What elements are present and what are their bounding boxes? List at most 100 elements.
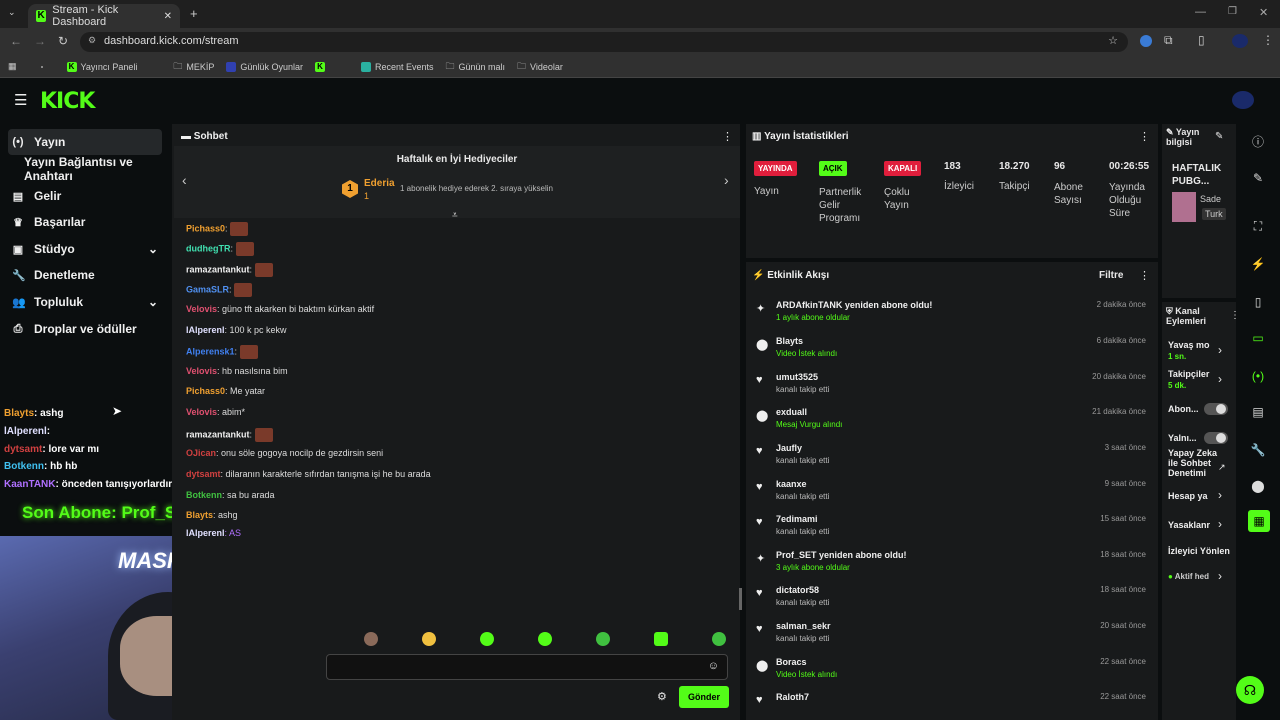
action-ai-moderation[interactable]: Yapay Zeka ile Sohbet Denetimi xyxy=(1168,448,1218,478)
external-link-icon[interactable]: ↗ xyxy=(1218,462,1226,473)
emote-button[interactable] xyxy=(596,632,610,646)
chevron-right-icon[interactable]: › xyxy=(724,172,729,188)
emote-button[interactable] xyxy=(712,632,726,646)
emote-button[interactable] xyxy=(654,632,668,646)
back-icon[interactable]: ← xyxy=(10,34,22,48)
activity-item[interactable]: ♥ umut3525 kanalı takip etti 20 dakika önce xyxy=(756,372,1150,406)
points-icon[interactable]: ⬤ xyxy=(1240,472,1276,500)
nav-item-droplar[interactable]: ⎙ Droplar ve ödüller xyxy=(8,316,162,342)
emoji-picker-icon[interactable]: ☺ xyxy=(708,660,719,672)
action-banned-words[interactable]: Yasaklanr xyxy=(1168,520,1210,530)
nav-item-topluluk[interactable]: 👥 Topluluk ⌄ xyxy=(8,289,162,315)
stats-icon[interactable]: ▤ xyxy=(1240,398,1276,426)
chat-bubble-icon[interactable]: ▭ xyxy=(1240,324,1276,352)
kick-logo[interactable]: KICK xyxy=(40,89,95,114)
bookmark-mekip[interactable]: 🗀 MEKİP xyxy=(173,59,214,75)
browser-tab[interactable]: K Stream - Kick Dashboard ✕ xyxy=(28,4,180,28)
broadcast-icon[interactable]: (•) xyxy=(1240,362,1276,390)
bookmark-recent-events[interactable]: Recent Events xyxy=(360,61,433,72)
chevron-right-icon[interactable]: › xyxy=(1218,517,1222,531)
nav-item-denetleme[interactable]: 🔧 Denetleme xyxy=(8,262,162,288)
chevron-right-icon[interactable]: › xyxy=(1218,372,1222,386)
chat-menu-icon[interactable]: ⋮ xyxy=(722,130,733,143)
action-active-target[interactable]: ● Aktif hed xyxy=(1168,572,1209,581)
lightning-icon[interactable]: ⚡ xyxy=(1240,250,1276,278)
info-icon[interactable]: ⓘ xyxy=(1240,127,1276,155)
activity-item[interactable]: ♥ salman_sekr kanalı takip etti 20 saat önc… xyxy=(756,621,1150,655)
url-field[interactable]: ⚙ dashboard.kick.com/stream ☆ xyxy=(80,32,1128,52)
collapse-arrow-icon[interactable]: ⩡ xyxy=(452,210,458,221)
minimize-icon[interactable]: — xyxy=(1195,6,1206,18)
activity-item[interactable]: ♥ Raloth7 22 saat önce xyxy=(756,692,1150,716)
forward-icon[interactable]: → xyxy=(34,34,46,48)
tab-list-icon[interactable]: ⌄ xyxy=(8,7,16,18)
maximize-icon[interactable]: ❐ xyxy=(1228,6,1237,17)
wrench-icon[interactable]: 🔧 xyxy=(1240,436,1276,464)
nav-item-yayin-baglantisi[interactable]: Yayın Bağlantısı ve Anahtarı xyxy=(20,155,174,183)
activity-item[interactable]: ♥ Jaufly kanalı takip etti 3 saat önce xyxy=(756,443,1150,477)
emote-button[interactable] xyxy=(538,632,552,646)
support-headset-icon[interactable]: ☊ xyxy=(1236,676,1264,704)
chat-settings-gear-icon[interactable]: ⚙ xyxy=(657,690,667,703)
bookmark-star-icon[interactable]: ☆ xyxy=(1108,34,1118,47)
activity-item[interactable]: ✦ ARDAfkinTANK yeniden abone oldu! 1 aylık… xyxy=(756,300,1150,334)
emote-button[interactable] xyxy=(480,632,494,646)
extensions-puzzle-icon[interactable]: ⧉ xyxy=(1164,33,1173,48)
new-tab-icon[interactable]: + xyxy=(190,6,198,21)
chevron-right-icon[interactable]: › xyxy=(1218,569,1222,583)
user-avatar[interactable] xyxy=(1232,91,1254,109)
chevron-right-icon[interactable]: › xyxy=(1218,488,1222,502)
activity-item[interactable]: ✦ Prof_SET yeniden abone oldu! 3 aylık abo… xyxy=(756,550,1150,584)
channel-actions-menu-icon[interactable]: ⋮ xyxy=(1230,310,1240,321)
menu-kebab-icon[interactable]: ⋮ xyxy=(1262,33,1274,47)
stats-menu-icon[interactable]: ⋮ xyxy=(1139,130,1150,143)
chat-scrollbar[interactable] xyxy=(739,588,742,610)
kick-bookmark-icon[interactable]: K xyxy=(314,61,325,72)
chevron-right-icon[interactable]: › xyxy=(1218,343,1222,357)
activity-item[interactable]: ♥ dictator58 kanalı takip etti 18 saat önce xyxy=(756,585,1150,619)
nav-item-basarilar[interactable]: ♛ Başarılar xyxy=(8,209,162,235)
toggle-switch[interactable] xyxy=(1204,403,1228,415)
toggle-switch[interactable] xyxy=(1204,432,1228,444)
x-bookmark-icon[interactable] xyxy=(40,65,43,68)
close-window-icon[interactable]: ✕ xyxy=(1259,6,1268,19)
chat-input[interactable]: ☺ xyxy=(326,654,728,680)
hamburger-menu-icon[interactable]: ☰ xyxy=(14,91,27,109)
activity-item[interactable]: ⬤ exduall Mesaj Vurgu alındı 21 dakika önce xyxy=(756,407,1150,441)
activity-item[interactable]: ♥ 7edimami kanalı takip etti 15 saat önce xyxy=(756,514,1150,548)
site-info-icon[interactable]: ⚙ xyxy=(88,35,96,46)
pencil-icon[interactable]: ✎ xyxy=(1240,164,1276,192)
extension-icon[interactable] xyxy=(1140,35,1152,47)
apps-grid-icon[interactable]: ▦ xyxy=(8,61,17,72)
activity-item[interactable]: ⬤ Boracs Video İstek alındı 22 saat önce xyxy=(756,657,1150,691)
top-gifters-title: Haftalık en İyi Hediyeciler xyxy=(396,154,518,165)
bookmark-gunun-mali[interactable]: 🗀 Günün malı xyxy=(445,59,505,75)
action-account-age[interactable]: Hesap ya xyxy=(1168,491,1208,501)
reload-icon[interactable]: ↻ xyxy=(58,34,68,48)
filter-button[interactable]: Filtre xyxy=(1099,270,1123,281)
activity-item[interactable]: ⬤ Blayts Video İstek alındı 6 dakika önce xyxy=(756,336,1150,370)
send-button[interactable]: Gönder xyxy=(679,686,729,708)
chevron-left-icon[interactable]: ‹ xyxy=(182,172,187,188)
nav-item-studyo[interactable]: ▣ Stüdyo ⌄ xyxy=(8,236,162,262)
profile-avatar[interactable] xyxy=(1232,34,1248,48)
bookmark-videolar[interactable]: 🗀 Videolar xyxy=(517,59,563,75)
action-slow-mode[interactable]: Yavaş mo 1 sn. xyxy=(1168,340,1210,361)
emote-button[interactable] xyxy=(422,632,436,646)
bookmark-gunluk-oyunlar[interactable]: Günlük Oyunlar xyxy=(226,61,303,72)
clapperboard-icon[interactable]: ▦ xyxy=(1248,510,1270,532)
activity-item[interactable]: ♥ kaanxe kanalı takip etti 9 saat önce xyxy=(756,479,1150,513)
action-followers-only[interactable]: Takipçiler 5 dk. xyxy=(1168,369,1209,390)
edit-icon[interactable]: ✎ xyxy=(1215,131,1223,142)
crop-icon[interactable]: ⛶ xyxy=(1240,212,1276,240)
side-panel-icon[interactable]: ▯ xyxy=(1198,33,1205,47)
bookmark-yayinci-paneli[interactable]: K Yayıncı Paneli xyxy=(66,61,137,72)
nav-item-gelir[interactable]: ▤ Gelir xyxy=(8,183,162,209)
emote-button[interactable] xyxy=(364,632,378,646)
nav-item-yayin[interactable]: (•) Yayın xyxy=(8,129,162,155)
document-icon[interactable]: ▯ xyxy=(1240,288,1276,316)
close-tab-icon[interactable]: ✕ xyxy=(164,11,172,22)
tab-title: Stream - Kick Dashboard xyxy=(52,4,119,28)
activity-menu-icon[interactable]: ⋮ xyxy=(1139,269,1150,282)
action-viewer-redirect[interactable]: İzleyici Yönlen xyxy=(1168,546,1230,556)
